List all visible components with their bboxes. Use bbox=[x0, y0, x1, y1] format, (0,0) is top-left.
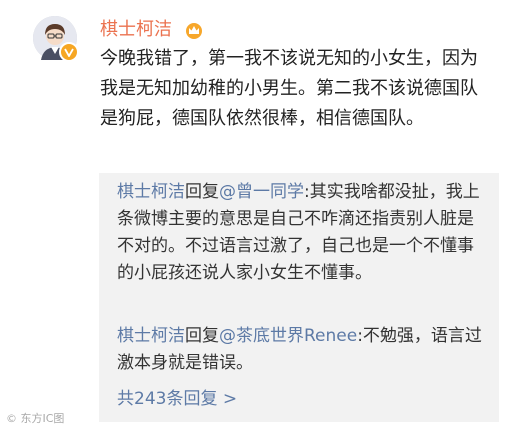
post-text: 今晚我错了，第一我不该说无知的小女生，因为我是无知加幼稚的小男生。第二我不该说德… bbox=[100, 48, 478, 129]
verified-v-icon bbox=[59, 42, 79, 62]
reply-item: 棋士柯洁回复@曾一同学:其实我啥都没扯，我上条微博主要的意思是自己不咋滴还指责别… bbox=[117, 179, 489, 287]
reply-author[interactable]: 棋士柯洁 bbox=[117, 182, 185, 202]
username[interactable]: 棋士柯洁 bbox=[100, 18, 172, 42]
reply-box: 棋士柯洁回复@曾一同学:其实我啥都没扯，我上条微博主要的意思是自己不咋滴还指责别… bbox=[99, 173, 499, 422]
reply-word: 回复 bbox=[185, 326, 219, 346]
crown-icon bbox=[186, 23, 202, 39]
reply-author[interactable]: 棋士柯洁 bbox=[117, 326, 185, 346]
more-replies-link[interactable]: 共243条回复 > bbox=[117, 387, 237, 411]
watermark: © 东方IC图 bbox=[6, 412, 65, 425]
reply-mention[interactable]: @茶底世界Renee bbox=[219, 326, 357, 346]
reply-item: 棋士柯洁回复@茶底世界Renee:不勉强，语言过激本身就是错误。 bbox=[117, 323, 489, 377]
reply-mention[interactable]: @曾一同学 bbox=[219, 182, 304, 202]
reply-word: 回复 bbox=[185, 182, 219, 202]
avatar[interactable] bbox=[33, 16, 79, 62]
